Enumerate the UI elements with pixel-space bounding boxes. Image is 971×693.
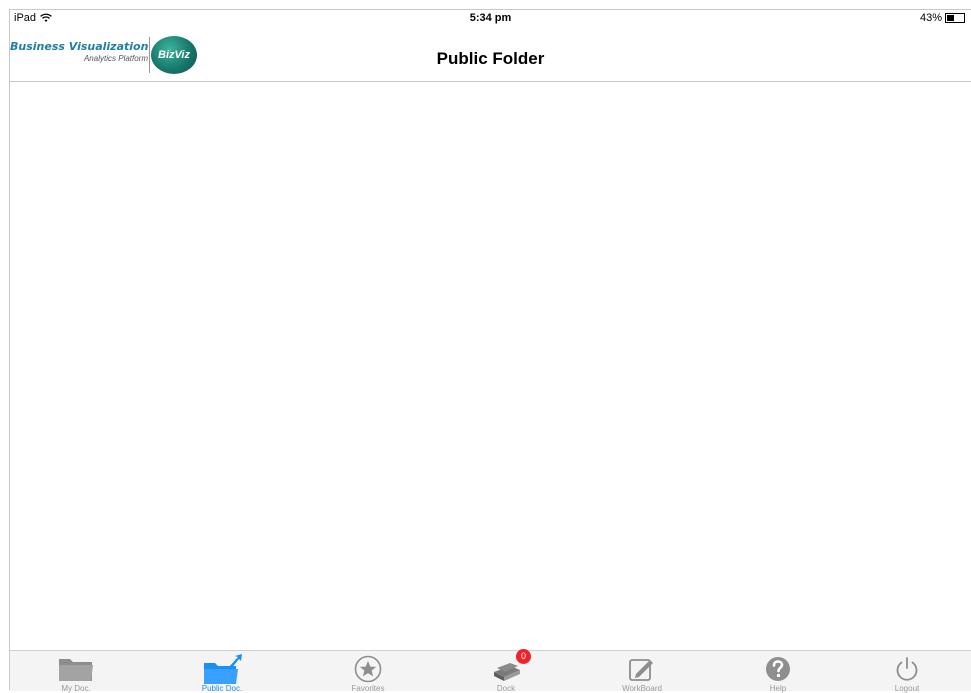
- tab-my-doc[interactable]: My Doc.: [31, 652, 121, 693]
- tab-label: My Doc.: [61, 684, 91, 693]
- battery-icon: [945, 13, 965, 23]
- tab-label: Help: [769, 684, 787, 693]
- tab-label: Logout: [894, 684, 920, 693]
- status-bar: iPad 5:34 pm 43%: [10, 10, 971, 28]
- battery-fill: [947, 15, 954, 21]
- status-time: 5:34 pm: [469, 12, 512, 24]
- help-icon: [766, 657, 790, 681]
- tab-label: Favorites: [351, 684, 385, 693]
- tab-label: Dock: [496, 684, 516, 693]
- workboard-icon: [629, 659, 653, 681]
- tab-bar: My Doc. Public Doc. Favorites 0 Dock Wor…: [10, 649, 971, 693]
- dock-badge: 0: [516, 649, 531, 664]
- tab-workboard[interactable]: WorkBoard: [597, 652, 687, 693]
- tab-favorites[interactable]: Favorites: [323, 652, 413, 693]
- tab-logout[interactable]: Logout: [862, 652, 952, 693]
- page-title: Public Folder: [436, 49, 545, 68]
- content-area: [10, 82, 971, 650]
- tab-help[interactable]: Help: [733, 652, 823, 693]
- status-right: 43%: [920, 12, 965, 24]
- tab-dock[interactable]: 0 Dock: [461, 649, 551, 693]
- app-frame: iPad 5:34 pm 43% Business Visualization …: [9, 9, 971, 693]
- header: Business Visualization Analytics Platfor…: [10, 29, 971, 82]
- star-icon: [354, 655, 382, 683]
- public-folder-icon: [204, 654, 242, 684]
- tab-label: WorkBoard: [622, 684, 662, 693]
- tab-label: Public Doc.: [201, 684, 243, 693]
- battery-percent: 43%: [919, 12, 942, 24]
- tab-public-doc[interactable]: Public Doc.: [177, 652, 267, 693]
- folder-icon: [59, 659, 93, 681]
- power-icon: [896, 657, 918, 681]
